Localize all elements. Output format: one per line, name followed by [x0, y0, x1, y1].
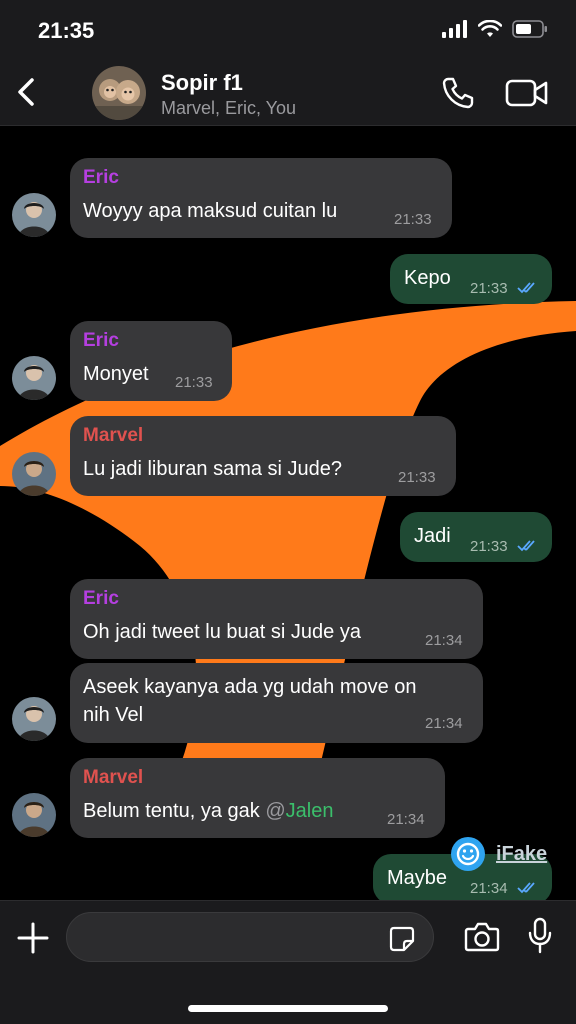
ifake-logo-icon: [451, 837, 485, 871]
status-bar: 21:35: [0, 0, 576, 60]
sender-name: Eric: [83, 588, 119, 609]
eric-avatar[interactable]: [12, 697, 56, 741]
message-input[interactable]: [66, 912, 434, 962]
phone-icon[interactable]: [440, 75, 476, 111]
message-text: Oh jadi tweet lu buat si Jude ya: [83, 621, 361, 643]
eric-avatar[interactable]: [12, 193, 56, 237]
chat-area[interactable]: Eric Woyyy apa maksud cuitan lu 21:33 Ke…: [0, 126, 576, 900]
group-avatar[interactable]: [92, 66, 146, 120]
chat-members: Marvel, Eric, You: [161, 98, 297, 118]
message-time: 21:33: [470, 280, 508, 297]
message-bubble[interactable]: Eric Woyyy apa maksud cuitan lu 21:33: [70, 158, 452, 238]
plus-icon[interactable]: [16, 921, 50, 955]
mention-link[interactable]: Jalen: [286, 800, 334, 822]
message-bubble[interactable]: Marvel Belum tentu, ya gak @Jalen 21:34: [70, 758, 445, 838]
microphone-icon[interactable]: [528, 917, 552, 955]
wifi-icon: [478, 20, 502, 37]
sender-name: Eric: [83, 167, 119, 188]
message-bubble[interactable]: Eric Oh jadi tweet lu buat si Jude ya 21…: [70, 579, 483, 659]
ifake-watermark: iFake: [450, 836, 547, 872]
marvel-avatar[interactable]: [12, 452, 56, 496]
back-icon[interactable]: [12, 74, 42, 110]
message-text: Monyet: [83, 363, 149, 385]
mention-at: @: [265, 800, 286, 822]
battery-icon: [512, 20, 547, 38]
chat-header: Sopir f1 Marvel, Eric, You: [0, 60, 576, 126]
message-time: 21:33: [470, 538, 508, 555]
message-time: 21:33: [398, 469, 436, 486]
read-receipt-icon: [517, 282, 535, 294]
message-body: Belum tentu, ya gak: [83, 800, 260, 822]
message-text: Kepo: [404, 267, 451, 289]
message-text: Jadi: [414, 525, 451, 547]
message-text: Maybe: [387, 867, 448, 889]
message-time: 21:34: [470, 880, 508, 897]
sender-name: Eric: [83, 330, 119, 351]
message-time: 21:34: [425, 715, 463, 732]
message-bubble[interactable]: Aseek kayanya ada yg udah move on nih Ve…: [70, 663, 483, 743]
message-time: 21:34: [387, 811, 425, 828]
chat-title[interactable]: Sopir f1: [161, 70, 243, 96]
message-bubble-outgoing[interactable]: Kepo 21:33: [390, 254, 552, 304]
camera-icon[interactable]: [464, 921, 500, 953]
read-receipt-icon: [517, 882, 535, 894]
message-bubble[interactable]: Marvel Lu jadi liburan sama si Jude? 21:…: [70, 416, 456, 496]
ifake-label: iFake: [496, 842, 548, 865]
sticker-icon[interactable]: [388, 925, 416, 953]
sender-name: Marvel: [83, 767, 144, 788]
status-icons: [442, 20, 548, 38]
signal-icon: [442, 20, 467, 38]
message-time: 21:33: [394, 211, 432, 228]
message-text-continued: nih Vel: [83, 704, 144, 726]
message-input-bar: [0, 900, 576, 1024]
eric-avatar[interactable]: [12, 356, 56, 400]
read-receipt-icon: [517, 540, 535, 552]
message-text: Aseek kayanya ada yg udah move on: [83, 676, 417, 698]
message-text: Belum tentu, ya gak @Jalen: [83, 797, 333, 825]
message-bubble-outgoing[interactable]: Jadi 21:33: [400, 512, 552, 562]
message-text: Lu jadi liburan sama si Jude?: [83, 458, 343, 480]
sender-name: Marvel: [83, 425, 144, 446]
status-time: 21:35: [38, 18, 95, 43]
message-time: 21:34: [425, 632, 463, 649]
video-call-icon[interactable]: [505, 77, 549, 109]
message-bubble[interactable]: Eric Monyet 21:33: [70, 321, 232, 401]
message-time: 21:33: [175, 374, 213, 391]
message-text: Woyyy apa maksud cuitan lu: [83, 200, 338, 222]
marvel-avatar[interactable]: [12, 793, 56, 837]
home-indicator[interactable]: [188, 1005, 388, 1012]
